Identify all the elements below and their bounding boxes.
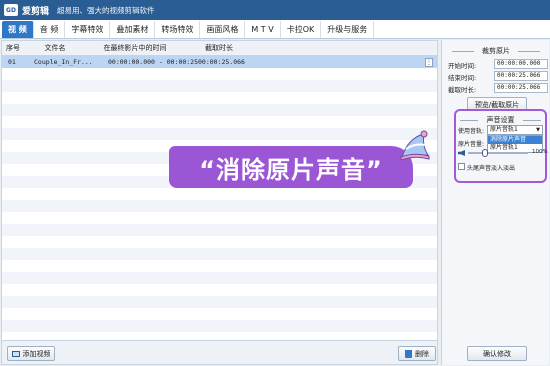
- volume-slider[interactable]: [468, 149, 528, 157]
- end-time-label: 结束时间:: [448, 74, 477, 82]
- tab-subtitle-effects[interactable]: 字幕特效: [65, 21, 111, 38]
- start-time-label: 开始时间:: [448, 62, 477, 70]
- tab-video[interactable]: 视 频: [2, 21, 34, 38]
- tab-upgrade[interactable]: 升级与服务: [321, 21, 375, 38]
- track-label: 使用音轨:: [458, 128, 485, 135]
- row-duration: 00:00:25.066: [198, 58, 245, 66]
- delete-label: 删除: [415, 349, 429, 358]
- list-empty-area: [2, 68, 437, 340]
- duration-label: 截取时长:: [448, 86, 477, 94]
- film-icon: [11, 350, 20, 357]
- audio-section-title: 声音设置: [456, 115, 545, 125]
- tab-styles[interactable]: 画面风格: [200, 21, 246, 38]
- tab-mtv[interactable]: M T V: [245, 21, 281, 38]
- volume-value: 100%: [532, 149, 548, 155]
- volume-label: 原片音量:: [458, 141, 485, 148]
- row-index: 01: [8, 58, 16, 66]
- title-bar: GD 爱剪辑 超易用、强大的视频剪辑软件: [0, 0, 550, 20]
- header-duration[interactable]: 截取时长: [188, 43, 250, 53]
- table-row[interactable]: 01 Couple_In_Fr... 00:00:00.000 - 00:00:…: [2, 56, 437, 68]
- clip-section-title: 裁剪原片: [446, 46, 546, 56]
- audio-settings: 声音设置 使用音轨: 原片音轨1 ▼ 消除原片声音 原片音轨1 原片音量: 10…: [454, 109, 548, 183]
- confirm-button[interactable]: 确认修改: [467, 346, 527, 361]
- chevron-down-icon: ▼: [536, 127, 540, 133]
- tab-karaoke[interactable]: 卡拉OK: [281, 21, 322, 38]
- app-logo: GD: [4, 4, 18, 16]
- add-video-label: 添加视频: [22, 349, 51, 358]
- start-time-input[interactable]: 00:00:00.000: [494, 59, 548, 69]
- row-menu-button[interactable]: ⋮: [425, 57, 433, 67]
- duration-input[interactable]: 00:00:25.066: [494, 83, 548, 93]
- app-name: 爱剪辑: [22, 6, 50, 17]
- party-hat-icon: [400, 130, 430, 160]
- main-tabs: 视 频 音 频 字幕特效 叠加素材 转场特效 画面风格 M T V 卡拉OK 升…: [0, 20, 550, 39]
- end-time-input[interactable]: 00:00:25.066: [494, 71, 548, 81]
- trash-icon: [405, 349, 412, 358]
- speaker-icon: [458, 150, 465, 156]
- header-start-time[interactable]: 在最终影片中的时间: [82, 43, 188, 53]
- header-filename[interactable]: 文件名: [28, 43, 82, 53]
- tab-transitions[interactable]: 转场特效: [155, 21, 201, 38]
- delete-button[interactable]: 删除: [398, 346, 436, 361]
- list-header: 序号 文件名 在最终影片中的时间 截取时长: [2, 41, 437, 56]
- app-slogan: 超易用、强大的视频剪辑软件: [57, 5, 155, 15]
- track-selected-value: 原片音轨1: [490, 126, 518, 133]
- row-start-time: 00:00:00.000 - 00:00:25.066: [108, 58, 198, 66]
- tab-audio[interactable]: 音 频: [34, 21, 66, 38]
- option-mute-original[interactable]: 消除原片声音: [488, 136, 542, 144]
- row-filename: Couple_In_Fr...: [34, 58, 93, 66]
- settings-panel: 裁剪原片 开始时间: 00:00:00.000 结束时间: 00:00:25.0…: [441, 40, 549, 365]
- list-toolbar: 添加视频 删除: [1, 341, 438, 365]
- video-list: 序号 文件名 在最终影片中的时间 截取时长 01 Couple_In_Fr...…: [1, 40, 438, 341]
- callout-banner: “消除原片声音”: [169, 146, 413, 188]
- header-index[interactable]: 序号: [2, 43, 28, 53]
- tab-overlay[interactable]: 叠加素材: [110, 21, 156, 38]
- audio-track-select[interactable]: 原片音轨1 ▼: [487, 125, 543, 135]
- fade-checkbox[interactable]: [458, 163, 465, 170]
- add-video-button[interactable]: 添加视频: [7, 346, 55, 361]
- volume-slider-handle[interactable]: [482, 149, 488, 157]
- fade-label: 头尾声音淡入淡出: [467, 165, 516, 172]
